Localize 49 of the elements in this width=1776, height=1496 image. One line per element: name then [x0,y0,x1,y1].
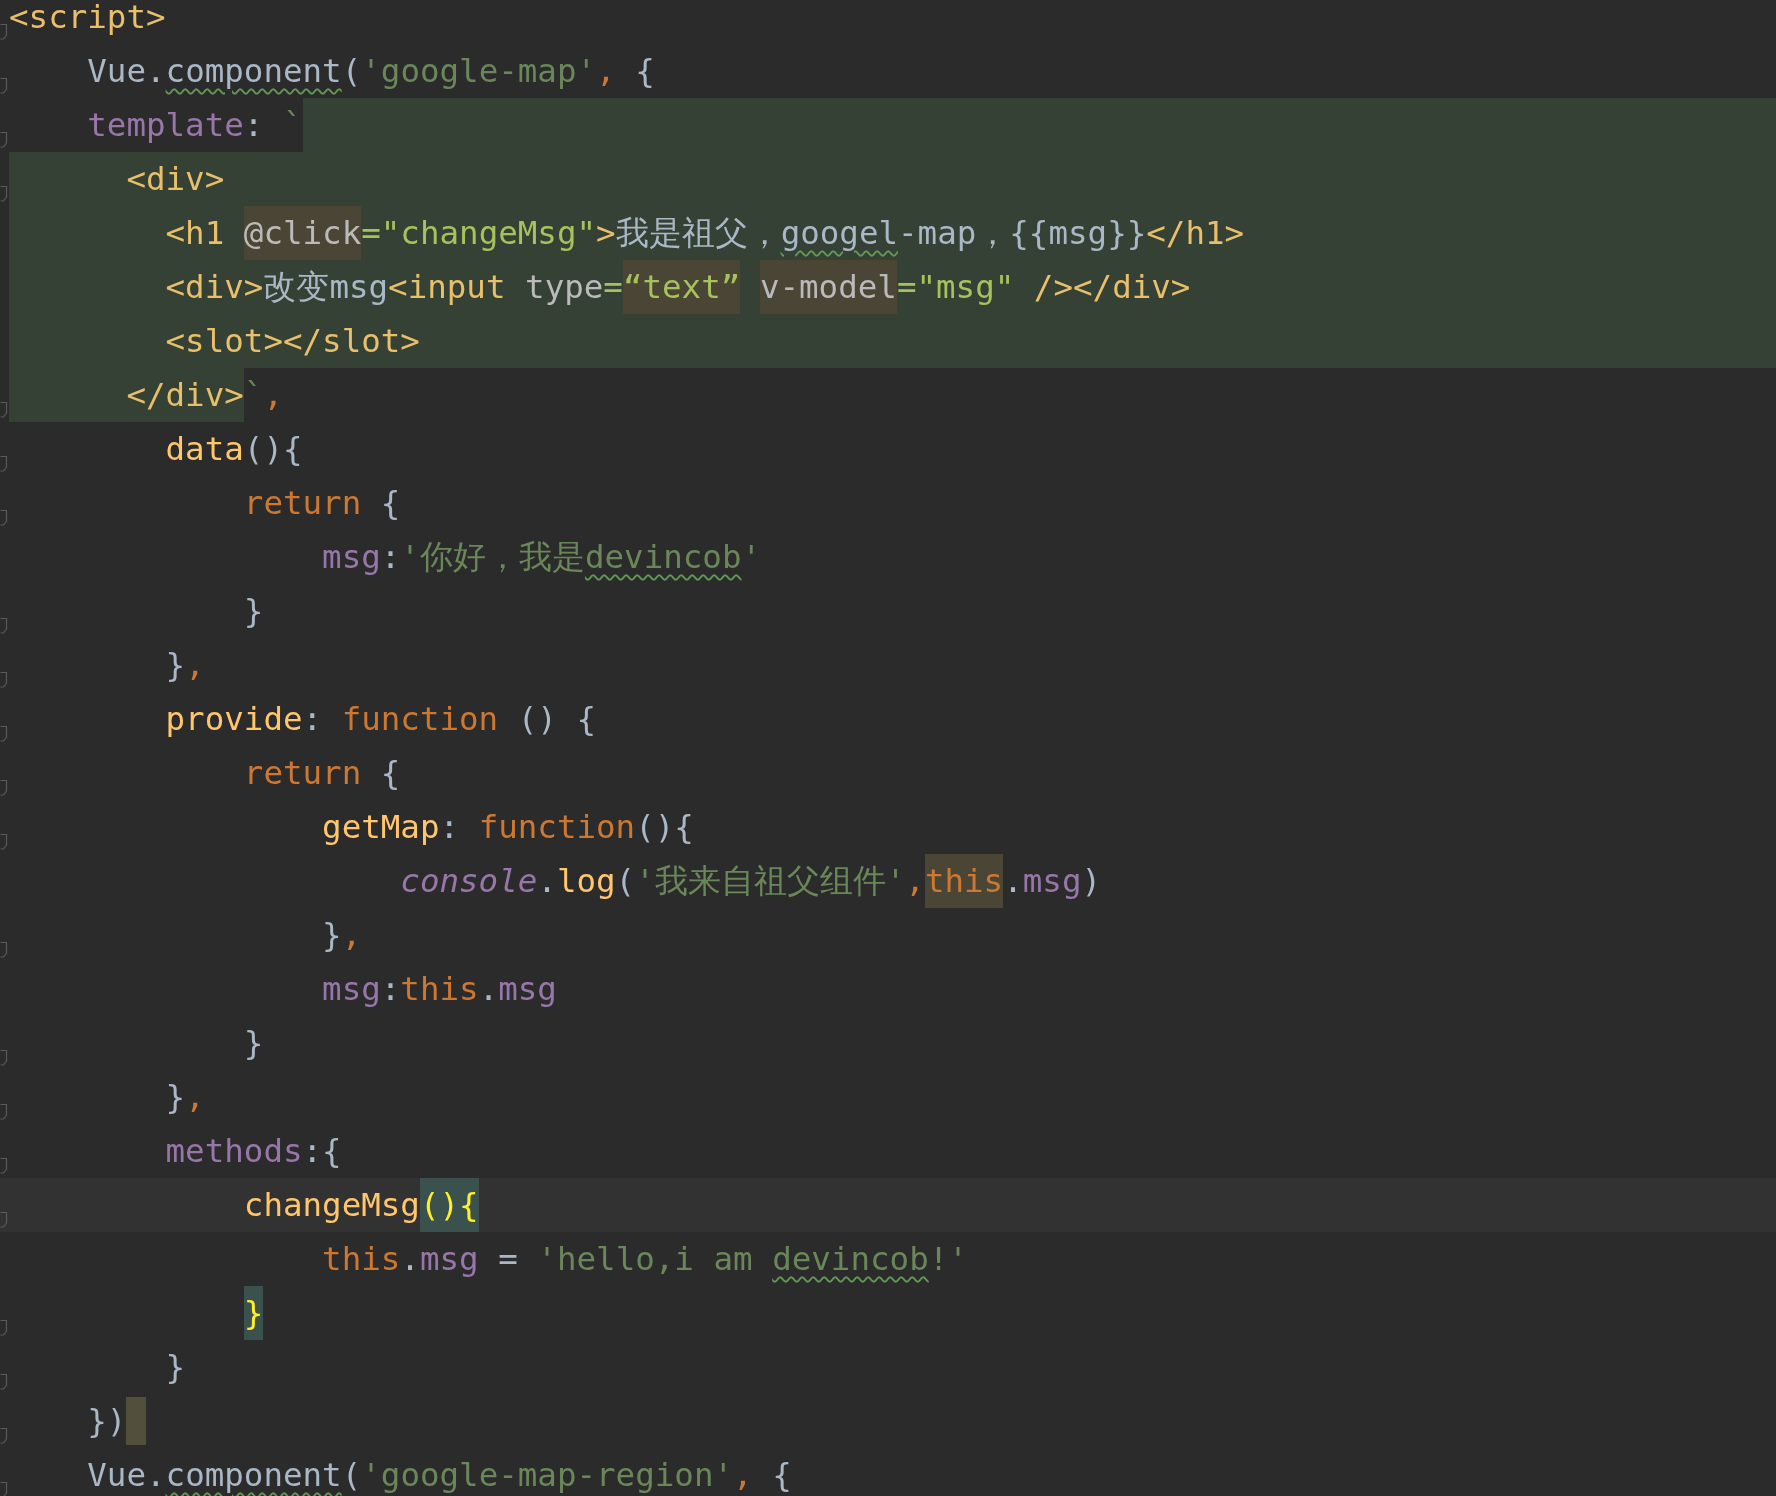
code-line: } [9,1286,264,1340]
code-line: </div>`, [9,368,283,422]
code-line: template: ` [86,105,303,146]
fold-marker-icon[interactable] [0,1158,8,1174]
fold-marker-icon[interactable] [0,618,8,634]
code-line: provide: function () { [164,699,597,740]
code-line: <slot></slot> [9,314,420,368]
fold-marker-icon[interactable] [0,1320,8,1336]
code-line: }, [164,1077,205,1118]
code-line: }, [164,645,205,686]
fold-marker-icon[interactable] [0,24,8,40]
fold-marker-icon[interactable] [0,942,8,958]
code-line: } [242,1023,264,1064]
code-line: console.log('我来自祖父组件',this.msg) [9,854,1102,908]
fold-marker-icon[interactable] [0,1104,8,1120]
fold-marker-icon[interactable] [0,510,8,526]
fold-marker-icon[interactable] [0,1050,8,1066]
code-line: return { [242,483,401,524]
fold-marker-icon[interactable] [0,186,8,202]
code-line: }) [86,1401,127,1442]
code-line: data(){ [164,429,303,470]
fold-marker-icon[interactable] [0,456,8,472]
code-line: <h1 @click="changeMsg">我是祖父，googel-map，{{msg}}</h1> [9,206,1245,260]
fold-marker-icon[interactable] [0,402,8,418]
code-line: return { [242,753,401,794]
code-line: <div>改变msg<input type=“text” v-model="msg" /></div> [9,260,1191,314]
fold-marker-icon[interactable] [0,78,8,94]
code-line: } [164,1347,186,1388]
fold-marker-icon[interactable] [0,672,8,688]
fold-marker-icon[interactable] [0,1374,8,1390]
code-line: methods:{ [164,1131,342,1172]
code-line: msg:'你好，我是devincob' [321,537,762,578]
code-line: <div> [9,152,225,206]
fold-marker-icon[interactable] [0,1428,8,1444]
code-line: msg:this.msg [321,969,557,1010]
fold-marker-icon[interactable] [0,726,8,742]
fold-marker-icon[interactable] [0,132,8,148]
code-line: changeMsg(){ [9,1178,479,1232]
code-line: <script> [9,0,166,38]
code-line: } [242,591,264,632]
code-line: Vue.component('google-map', { [86,51,655,92]
fold-marker-icon[interactable] [0,1212,8,1228]
code-line: Vue.component('google-map-region', { [86,1455,792,1496]
code-line: this.msg = 'hello,i am devincob!' [321,1239,968,1280]
code-line: }, [321,915,362,956]
fold-marker-icon[interactable] [0,1482,8,1496]
code-line: getMap: function(){ [321,807,694,848]
fold-marker-icon[interactable] [0,834,8,850]
fold-marker-icon[interactable] [0,780,8,796]
